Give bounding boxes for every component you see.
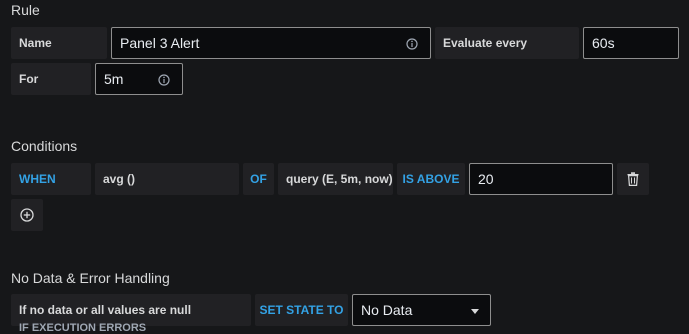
no-data-state-select[interactable]: No Data bbox=[352, 294, 491, 326]
evaluate-every-value: 60s bbox=[592, 35, 615, 51]
info-icon bbox=[158, 74, 170, 86]
evaluate-every-input[interactable]: 60s bbox=[583, 27, 679, 59]
trash-icon bbox=[627, 172, 639, 186]
evaluate-every-label: Evaluate every bbox=[435, 27, 579, 59]
name-input[interactable]: Panel 3 Alert bbox=[111, 27, 431, 59]
info-icon bbox=[406, 38, 418, 50]
threshold-input[interactable]: 20 bbox=[469, 163, 613, 195]
for-label: For bbox=[11, 63, 91, 95]
add-condition-button[interactable] bbox=[11, 199, 43, 231]
query-part[interactable]: query (E, 5m, now) bbox=[278, 163, 393, 195]
when-keyword: WHEN bbox=[11, 163, 91, 195]
threshold-value: 20 bbox=[478, 171, 494, 187]
rule-heading: Rule bbox=[11, 2, 40, 18]
set-state-keyword: SET STATE TO bbox=[255, 294, 348, 326]
evaluator-select[interactable]: IS ABOVE bbox=[397, 163, 465, 195]
conditions-heading: Conditions bbox=[11, 138, 78, 154]
caret-down-icon bbox=[471, 309, 479, 314]
no-data-state-value: No Data bbox=[361, 302, 413, 318]
reducer-select[interactable]: avg () bbox=[95, 163, 239, 195]
delete-condition-button[interactable] bbox=[617, 163, 649, 195]
for-input-value: 5m bbox=[104, 71, 124, 87]
for-input[interactable]: 5m bbox=[95, 63, 183, 95]
of-keyword: OF bbox=[243, 163, 274, 195]
execution-errors-label-cutoff: IF EXECUTION ERRORS bbox=[19, 322, 147, 334]
nodata-heading: No Data & Error Handling bbox=[11, 270, 170, 286]
name-label: Name bbox=[11, 27, 107, 59]
plus-circle-icon bbox=[20, 208, 34, 222]
name-input-value: Panel 3 Alert bbox=[120, 35, 200, 51]
